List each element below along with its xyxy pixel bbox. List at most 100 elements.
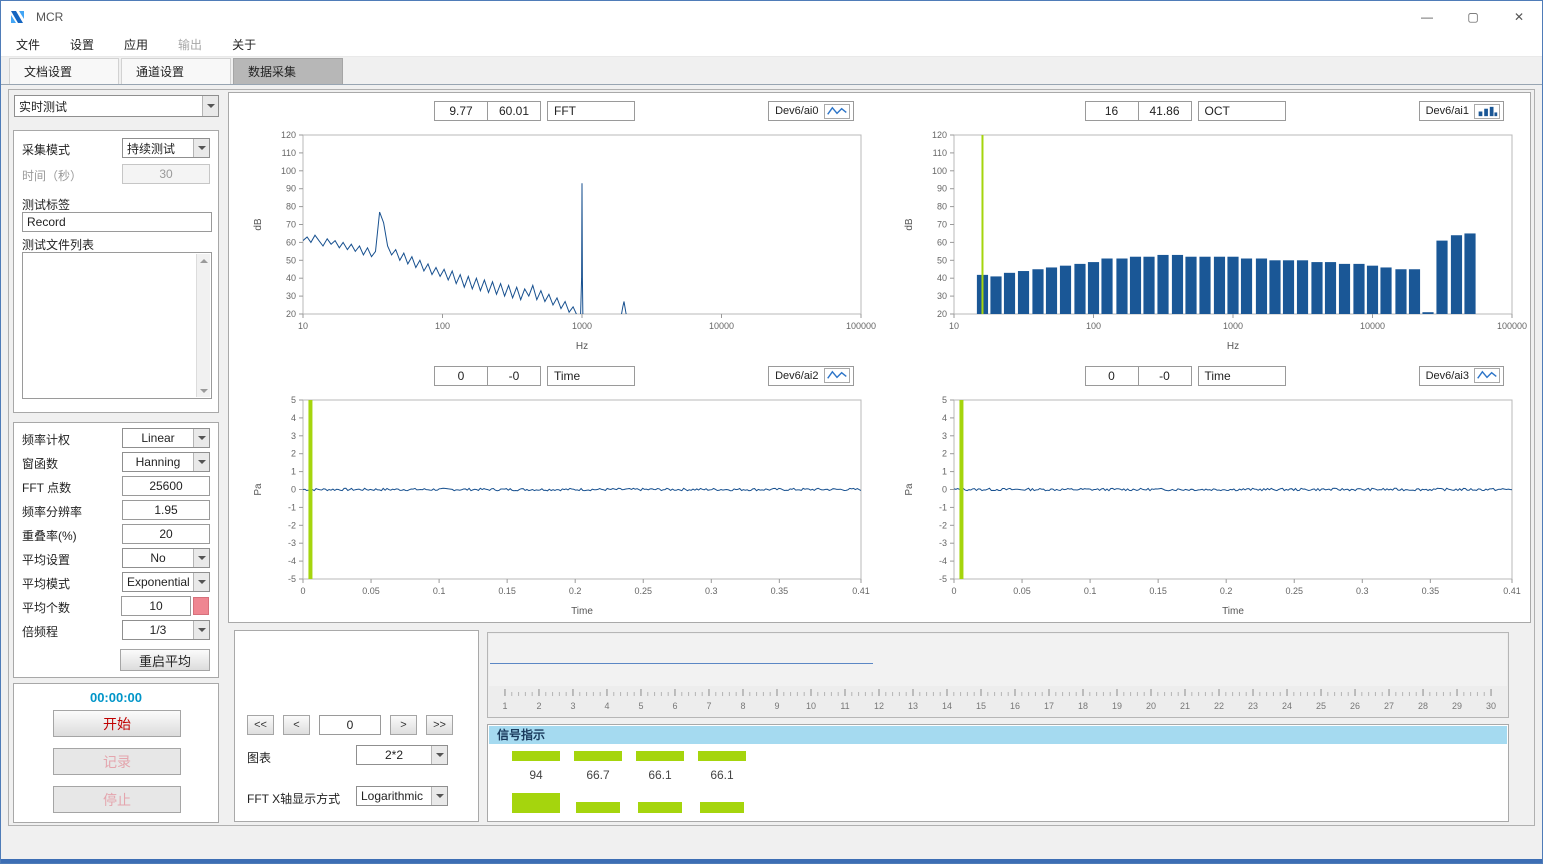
chart-layout-select[interactable]: 2*2 [356, 745, 448, 765]
oct-plot[interactable]: 2030405060708090100110120101001000100001… [884, 129, 1524, 354]
record-timeline[interactable]: 1234567891011121314151617181920212223242… [487, 632, 1509, 718]
svg-text:21: 21 [1180, 701, 1190, 711]
content-box: 实时测试 采集模式 持续测试 时间（秒） 30 测试标签 Record 测试文件… [8, 89, 1535, 826]
svg-text:Hz: Hz [576, 341, 588, 352]
menu-settings[interactable]: 设置 [55, 33, 109, 57]
channel-legend[interactable]: Dev6/ai2 [768, 366, 853, 386]
maximize-button[interactable]: ▢ [1450, 1, 1496, 33]
svg-text:3: 3 [291, 430, 296, 440]
page-number-input[interactable]: 0 [319, 715, 381, 735]
last-page-button[interactable]: >> [426, 715, 453, 735]
svg-text:0.35: 0.35 [1421, 586, 1439, 596]
level-bar [638, 802, 682, 813]
avg-setting-select[interactable]: No [122, 548, 210, 568]
svg-text:120: 120 [931, 130, 946, 140]
test-mode-select[interactable]: 实时测试 [14, 95, 219, 117]
svg-text:0.15: 0.15 [498, 586, 516, 596]
freq-resolution-input[interactable]: 1.95 [122, 500, 210, 520]
signal-meters-row: 94 66.7 66.1 66.1 [512, 751, 746, 782]
svg-text:90: 90 [936, 184, 946, 194]
tab-data-acquisition[interactable]: 数据采集 [233, 58, 343, 84]
fft-plot[interactable]: 2030405060708090100110120101001000100001… [233, 129, 873, 354]
svg-text:-4: -4 [288, 556, 296, 566]
chart-cell-time-ai3: 0 -0 Time Dev6/ai3 -5-4-3-2-101234500.05… [880, 358, 1531, 623]
listbox-scrollbar[interactable] [196, 254, 210, 397]
avg-mode-select[interactable]: Exponential [122, 572, 210, 592]
svg-text:0.35: 0.35 [771, 586, 789, 596]
main-content: 实时测试 采集模式 持续测试 时间（秒） 30 测试标签 Record 测试文件… [1, 85, 1542, 863]
svg-text:100000: 100000 [1496, 321, 1526, 331]
channel-legend[interactable]: Dev6/ai1 [1419, 101, 1504, 121]
cursor-x-value: 0 [434, 366, 488, 386]
minimize-button[interactable]: — [1404, 1, 1450, 33]
start-button[interactable]: 开始 [53, 710, 181, 737]
menu-file[interactable]: 文件 [1, 33, 55, 57]
scroll-down-icon[interactable] [197, 384, 210, 397]
freq-weighting-select[interactable]: Linear [122, 428, 210, 448]
svg-text:24: 24 [1282, 701, 1292, 711]
svg-text:1: 1 [941, 466, 946, 476]
time-plot-ai2[interactable]: -5-4-3-2-101234500.050.10.150.20.250.30.… [233, 394, 873, 619]
svg-text:9: 9 [774, 701, 779, 711]
tab-channel-settings[interactable]: 通道设置 [121, 58, 231, 84]
first-page-button[interactable]: << [247, 715, 274, 735]
svg-text:3: 3 [570, 701, 575, 711]
svg-text:26: 26 [1350, 701, 1360, 711]
cursor-y-value: -0 [487, 366, 541, 386]
window-func-select[interactable]: Hanning [122, 452, 210, 472]
avg-count-input[interactable]: 10 [121, 596, 191, 616]
level-bar [512, 751, 560, 761]
scroll-up-icon[interactable] [197, 254, 210, 267]
window-title: MCR [36, 10, 63, 24]
chevron-down-icon [193, 429, 209, 447]
level-bar [698, 751, 746, 761]
svg-text:0.05: 0.05 [1013, 586, 1031, 596]
svg-text:8: 8 [740, 701, 745, 711]
chart-cell-fft: 9.77 60.01 FFT Dev6/ai0 2030405060708090… [229, 93, 880, 358]
test-file-listbox[interactable] [22, 252, 212, 399]
svg-text:90: 90 [286, 184, 296, 194]
channel-legend[interactable]: Dev6/ai0 [768, 101, 853, 121]
svg-text:100000: 100000 [846, 321, 876, 331]
fft-xaxis-select[interactable]: Logarithmic [356, 786, 448, 806]
next-page-button[interactable]: > [390, 715, 417, 735]
test-tag-input[interactable]: Record [22, 212, 212, 232]
channel-name: Dev6/ai1 [1426, 105, 1469, 117]
svg-text:dB: dB [253, 218, 264, 231]
tab-document-settings[interactable]: 文档设置 [9, 58, 119, 84]
chart-type-box: OCT [1198, 101, 1286, 121]
freq-weighting-label: 频率计权 [22, 431, 70, 448]
timeline-ruler: 1234567891011121314151617181920212223242… [489, 687, 1507, 715]
svg-text:0.1: 0.1 [1083, 586, 1096, 596]
chevron-down-icon [193, 549, 209, 567]
octave-select[interactable]: 1/3 [122, 620, 210, 640]
svg-text:50: 50 [936, 255, 946, 265]
svg-text:-3: -3 [288, 538, 296, 548]
time-plot-ai3[interactable]: -5-4-3-2-101234500.050.10.150.20.250.30.… [884, 394, 1524, 619]
close-button[interactable]: ✕ [1496, 1, 1542, 33]
svg-text:-1: -1 [938, 502, 946, 512]
svg-text:3: 3 [941, 430, 946, 440]
channel-name: Dev6/ai3 [1426, 370, 1469, 382]
svg-text:40: 40 [936, 273, 946, 283]
channel-legend[interactable]: Dev6/ai3 [1419, 366, 1504, 386]
overlap-input[interactable]: 20 [122, 524, 210, 544]
app-window: MCR — ▢ ✕ 文件 设置 应用 输出 关于 文档设置 通道设置 数据采集 … [0, 0, 1543, 864]
fft-points-input[interactable]: 25600 [122, 476, 210, 496]
restart-average-button[interactable]: 重启平均 [120, 649, 210, 671]
cursor-x-value: 9.77 [434, 101, 488, 121]
chevron-down-icon [193, 621, 209, 639]
svg-text:-3: -3 [938, 538, 946, 548]
svg-text:0.3: 0.3 [1356, 586, 1369, 596]
chart-type-box: FFT [547, 101, 635, 121]
svg-text:0.25: 0.25 [634, 586, 652, 596]
prev-page-button[interactable]: < [283, 715, 310, 735]
acq-mode-select[interactable]: 持续测试 [122, 138, 210, 158]
menu-about[interactable]: 关于 [217, 33, 271, 57]
cursor-readout: 9.77 60.01 [434, 101, 541, 121]
svg-text:10000: 10000 [1359, 321, 1384, 331]
signal-indicator-panel: 信号指示 94 66.7 66.1 [487, 724, 1509, 822]
signal-meter [698, 802, 746, 813]
svg-text:11: 11 [840, 701, 849, 711]
menu-application[interactable]: 应用 [109, 33, 163, 57]
